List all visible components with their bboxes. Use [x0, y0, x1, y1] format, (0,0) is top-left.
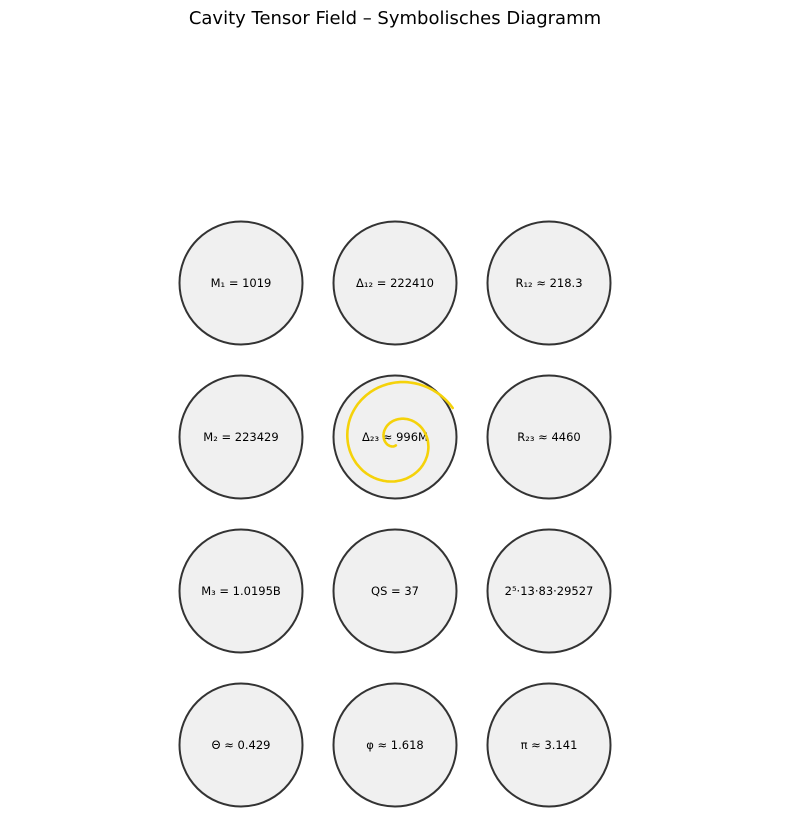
tensor-field-diagram: M₁ = 1019 Δ₁₂ = 222410 R₁₂ ≈ 218.3 M₂ = …	[178, 220, 612, 808]
node-qs-label: QS = 37	[371, 584, 419, 598]
node-m3-label: M₃ = 1.0195B	[201, 584, 281, 598]
node-m1-label: M₁ = 1019	[211, 276, 272, 290]
node-factorization: 2⁵·13·83·29527	[486, 528, 612, 654]
node-theta: Θ ≈ 0.429	[178, 682, 304, 808]
node-r12: R₁₂ ≈ 218.3	[486, 220, 612, 346]
node-phi-label: φ ≈ 1.618	[366, 738, 423, 752]
node-phi: φ ≈ 1.618	[332, 682, 458, 808]
node-r12-label: R₁₂ ≈ 218.3	[515, 276, 582, 290]
node-r23-label: R₂₃ ≈ 4460	[517, 430, 580, 444]
node-grid: M₁ = 1019 Δ₁₂ = 222410 R₁₂ ≈ 218.3 M₂ = …	[178, 220, 612, 808]
node-pi-label: π ≈ 3.141	[521, 738, 578, 752]
node-pi: π ≈ 3.141	[486, 682, 612, 808]
node-m1: M₁ = 1019	[178, 220, 304, 346]
node-delta12-label: Δ₁₂ = 222410	[356, 276, 434, 290]
node-m2-label: M₂ = 223429	[203, 430, 278, 444]
node-delta12: Δ₁₂ = 222410	[332, 220, 458, 346]
node-m2: M₂ = 223429	[178, 374, 304, 500]
node-factorization-label: 2⁵·13·83·29527	[505, 584, 594, 598]
node-theta-label: Θ ≈ 0.429	[212, 738, 271, 752]
node-qs: QS = 37	[332, 528, 458, 654]
node-delta23-label: Δ₂₃ ≈ 996M	[362, 430, 428, 444]
node-m3: M₃ = 1.0195B	[178, 528, 304, 654]
node-r23: R₂₃ ≈ 4460	[486, 374, 612, 500]
